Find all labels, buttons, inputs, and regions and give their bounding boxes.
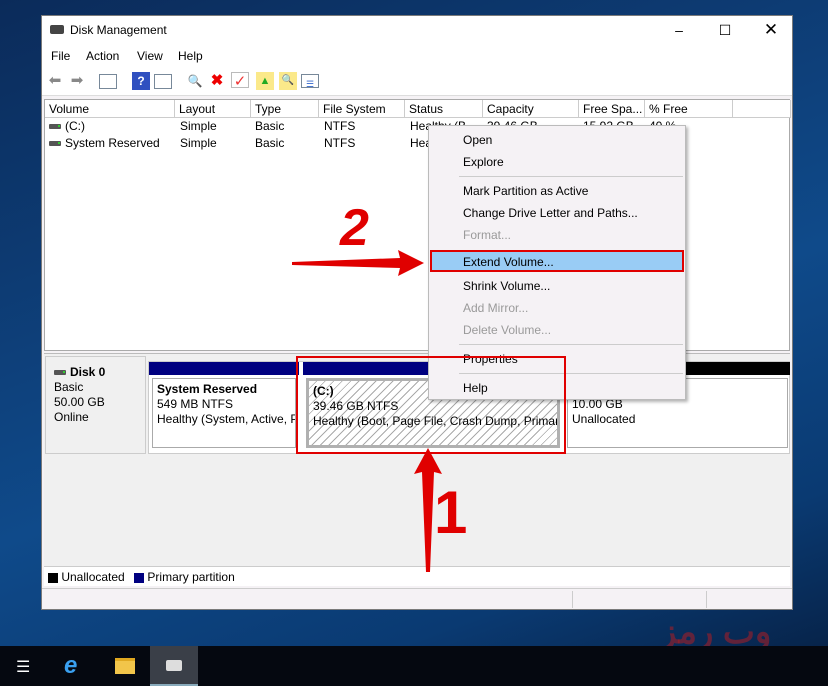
disk-management-taskbar-button[interactable]: [150, 646, 198, 686]
annotation-arrows: [292, 250, 442, 572]
disk-management-icon: [166, 660, 182, 671]
taskbar: ☰ e: [0, 646, 828, 686]
internet-explorer-icon[interactable]: e: [64, 652, 77, 680]
task-view-icon[interactable]: ☰: [16, 657, 30, 677]
file-explorer-icon[interactable]: [115, 658, 135, 674]
step-2-label: 2: [340, 199, 369, 257]
step-1-label: 1: [434, 479, 468, 546]
